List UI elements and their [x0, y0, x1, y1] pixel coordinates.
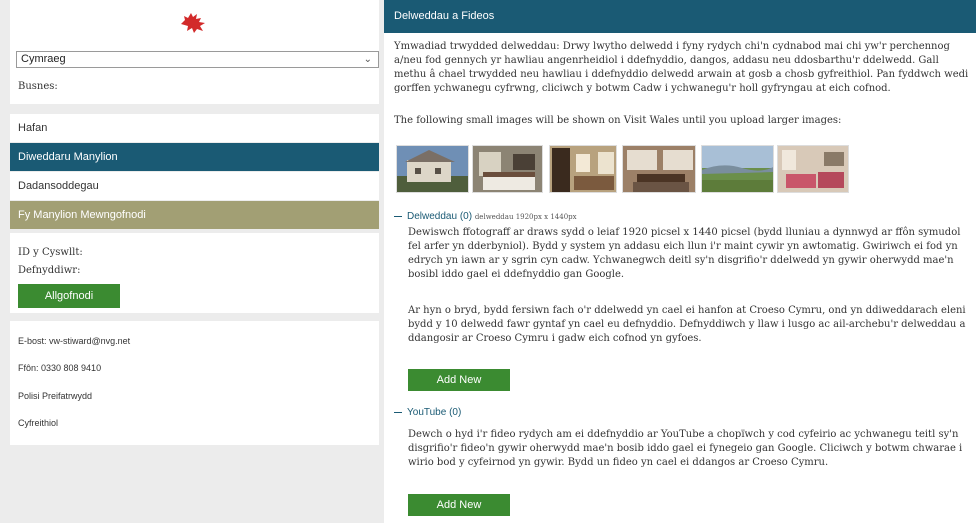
images-section-header[interactable]: Delweddau (0) delweddau 1920px x 1440px: [394, 211, 577, 222]
images-instructions: Dewiswch ffotograff ar draws sydd o leia…: [408, 227, 961, 280]
welsh-dragon-logo: [179, 10, 207, 39]
collapse-icon: [394, 411, 402, 413]
images-section-subtitle: delweddau 1920px x 1440px: [474, 213, 577, 221]
privacy-policy-link[interactable]: Polisi Preifatrwydd: [18, 391, 92, 401]
contact-email: E-bost: vw-stiward@nvg.net: [18, 336, 131, 346]
nav-item-home[interactable]: Hafan: [10, 114, 379, 142]
logout-button[interactable]: Allgofnodi: [18, 284, 120, 308]
language-select-value: Cymraeg: [21, 53, 66, 65]
thumbnail-dining-room[interactable]: [622, 145, 696, 193]
thumbnail-bedroom[interactable]: [472, 145, 543, 193]
thumbnail-countryside[interactable]: [701, 145, 774, 193]
language-select[interactable]: Cymraeg ⌄: [16, 51, 379, 68]
collapse-icon: [394, 215, 402, 217]
nav-item-analytics[interactable]: Dadansoddegau: [10, 172, 379, 200]
add-video-button[interactable]: Add New: [408, 494, 510, 516]
sidebar: Cymraeg ⌄ Busnes: Hafan Diweddaru Manyli…: [10, 0, 379, 445]
nav-item-update-details[interactable]: Diweddaru Manylion: [10, 143, 379, 171]
youtube-section-header[interactable]: YouTube (0): [394, 407, 461, 418]
youtube-section-title: YouTube (0): [407, 407, 462, 418]
sidebar-nav: Hafan Diweddaru Manylion Dadansoddegau F…: [10, 114, 379, 230]
main-content: Delweddau a Fideos Ymwadiad trwydded del…: [384, 0, 976, 523]
page-title: Delweddau a Fideos: [384, 0, 976, 33]
thumbnail-living-room[interactable]: [549, 145, 617, 193]
nav-item-login-details[interactable]: Fy Manylion Mewngofnodi: [10, 201, 379, 229]
chevron-down-icon: ⌄: [363, 54, 372, 65]
license-disclaimer: Ymwadiad trwydded delweddau: Drwy lwytho…: [394, 41, 969, 94]
add-image-button[interactable]: Add New: [408, 369, 510, 391]
contact-id-label: ID y Cyswllt:: [18, 247, 83, 258]
small-images-note: The following small images will be shown…: [394, 115, 842, 126]
user-label: Defnyddiwr:: [18, 265, 81, 276]
images-section-title: Delweddau (0): [407, 211, 473, 222]
business-label: Busnes:: [18, 81, 58, 92]
sidebar-header-panel: Cymraeg ⌄ Busnes:: [10, 0, 379, 104]
contact-panel: E-bost: vw-stiward@nvg.net Ffôn: 0330 80…: [10, 321, 379, 445]
thumbnail-lounge[interactable]: [777, 145, 849, 193]
youtube-instructions: Dewch o hyd i'r fideo rydych am ei ddefn…: [408, 429, 963, 468]
thumbnail-house[interactable]: [396, 145, 469, 193]
login-info-panel: ID y Cyswllt: Defnyddiwr: Allgofnodi: [10, 233, 379, 313]
legal-link[interactable]: Cyfreithiol: [18, 418, 58, 428]
contact-phone: Ffôn: 0330 808 9410: [18, 363, 102, 373]
images-note: Ar hyn o bryd, bydd fersiwn fach o'r dde…: [408, 305, 966, 344]
